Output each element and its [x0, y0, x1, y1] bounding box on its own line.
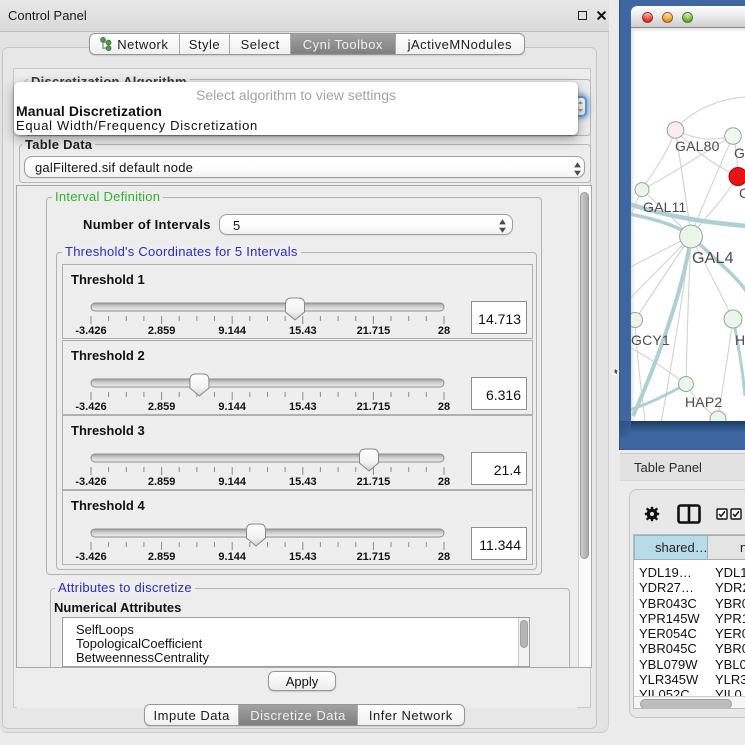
svg-text:2.859: 2.859 — [148, 551, 176, 563]
svg-text:C: C — [739, 185, 745, 201]
svg-text:28: 28 — [438, 325, 450, 337]
svg-text:2.859: 2.859 — [148, 476, 176, 488]
svg-text:2.859: 2.859 — [148, 401, 176, 413]
svg-text:-3.426: -3.426 — [75, 476, 106, 488]
svg-text:GAL80: GAL80 — [675, 138, 720, 154]
svg-text:GA: GA — [734, 145, 745, 161]
svg-text:GAL11: GAL11 — [643, 199, 687, 215]
svg-text:15.43: 15.43 — [289, 325, 317, 337]
svg-text:21.715: 21.715 — [357, 551, 391, 563]
svg-text:H: H — [735, 332, 745, 348]
svg-text:GCY1: GCY1 — [631, 332, 670, 348]
svg-text:-3.426: -3.426 — [75, 325, 106, 337]
svg-text:9.144: 9.144 — [218, 325, 246, 337]
svg-text:21.715: 21.715 — [357, 476, 391, 488]
svg-text:28: 28 — [438, 476, 450, 488]
svg-text:HAP2: HAP2 — [685, 394, 722, 410]
svg-text:28: 28 — [438, 551, 450, 563]
svg-text:15.43: 15.43 — [289, 551, 317, 563]
svg-text:-3.426: -3.426 — [75, 401, 106, 413]
svg-text:GAL4: GAL4 — [692, 250, 734, 267]
svg-text:21.715: 21.715 — [357, 401, 391, 413]
svg-text:28: 28 — [438, 401, 450, 413]
svg-text:9.144: 9.144 — [218, 551, 246, 563]
svg-text:15.43: 15.43 — [289, 476, 317, 488]
svg-text:9.144: 9.144 — [218, 401, 246, 413]
svg-text:21.715: 21.715 — [357, 325, 391, 337]
svg-text:9.144: 9.144 — [218, 476, 246, 488]
svg-text:15.43: 15.43 — [289, 401, 317, 413]
svg-text:2.859: 2.859 — [148, 325, 176, 337]
svg-text:-3.426: -3.426 — [75, 551, 106, 563]
